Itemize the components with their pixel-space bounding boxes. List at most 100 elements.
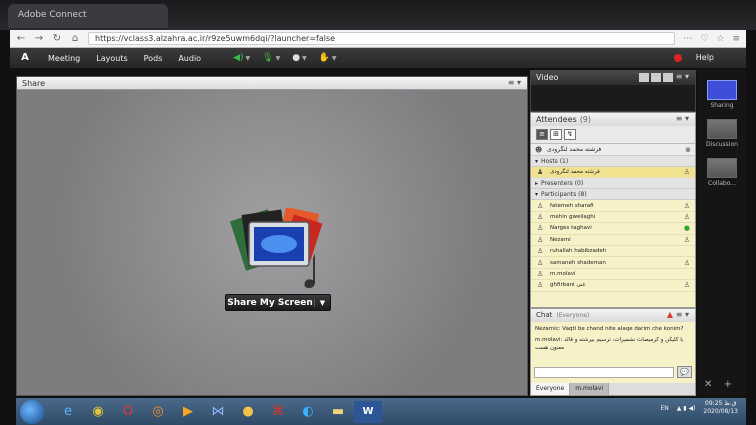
star-icon[interactable]: ☆ [716, 34, 724, 44]
participant-row[interactable]: ♙ samaneh shademan ♙ [531, 257, 695, 269]
mic-icon: ♙ [683, 212, 690, 221]
host-row[interactable]: ♟ فرشته محمد لنگرودی ♙ [531, 167, 695, 179]
tray-icons[interactable]: ▲ ▮ ◀) [677, 405, 696, 412]
layout-label: Discussion [706, 141, 738, 148]
layout-thumbnail [707, 119, 737, 139]
shield-icon[interactable]: ♡ [700, 34, 708, 44]
clear-status-icon[interactable]: ⊗ [685, 146, 691, 154]
user-icon: ♙ [537, 235, 544, 244]
menu-icon[interactable]: ≡ [732, 34, 740, 44]
word-icon[interactable]: W [354, 400, 382, 423]
layout-discussion[interactable]: Discussion [702, 119, 742, 148]
chevron-right-icon: ▸ [535, 179, 539, 187]
layout-sharing[interactable]: Sharing [702, 80, 742, 109]
share-documents-icon [229, 208, 323, 288]
participant-row[interactable]: ♙ m.molavi [531, 269, 695, 281]
participant-name: ghfirbani غنی [550, 282, 586, 289]
chevron-down-icon: ▾ [535, 157, 539, 165]
send-message-icon[interactable]: 💬 [677, 366, 692, 378]
pod-options-icon[interactable]: ≡ ▾ [508, 78, 521, 87]
share-area: Share My Screen ▼ [17, 90, 527, 395]
home-icon[interactable]: ⌂ [70, 33, 80, 44]
participant-row[interactable]: ♙ ghfirbani غنی ♙ [531, 280, 695, 292]
mic-icon: ♙ [683, 235, 690, 244]
clock-date: 2020/08/13 [703, 408, 738, 415]
chat-tab-private[interactable]: m.molavi [570, 383, 610, 395]
help-menu[interactable]: Help [696, 53, 714, 62]
chat-scope: (Everyone) [556, 312, 590, 319]
participant-row[interactable]: ♙ Nezami ♙ [531, 235, 695, 246]
media-player-icon[interactable]: ▶ [174, 401, 202, 423]
language-indicator[interactable]: EN [660, 405, 668, 412]
user-icon: ♙ [537, 247, 544, 256]
video-pod-title: Video [536, 73, 559, 82]
user-icon: ♙ [537, 201, 544, 210]
right-column: Video ≡ ▾ Attendees (9) ≡ ▾ ≡ ⊞ ↯ ☻ فرشته… [530, 70, 696, 396]
chat-tab-everyone[interactable]: Everyone [531, 383, 571, 395]
my-status-row[interactable]: ☻ فرشته محمد لنگرودی ⊗ [531, 144, 695, 156]
menu-pods[interactable]: Pods [136, 54, 171, 63]
chevron-down-icon[interactable]: ▼ [276, 55, 281, 62]
edge-icon[interactable]: ◐ [294, 401, 322, 423]
status-view-icon[interactable]: ↯ [564, 129, 576, 140]
breakout-icon[interactable]: ⊞ [550, 129, 562, 140]
pdf-reader-icon[interactable]: ⌘ [264, 401, 292, 423]
pod-options-icon[interactable]: ≡ ▾ [676, 310, 689, 319]
reload-icon[interactable]: ↻ [52, 33, 62, 44]
user-status-icon[interactable]: ☻ [535, 146, 544, 154]
opera-icon[interactable]: O [114, 401, 142, 423]
video-view-controls[interactable] [639, 73, 673, 82]
participant-name: fatemeh sharafi [550, 202, 594, 209]
layout-label: Collabo... [708, 180, 736, 187]
menu-meeting[interactable]: Meeting [40, 54, 88, 63]
chrome-icon[interactable]: ◉ [84, 401, 112, 423]
browser-tab[interactable]: Adobe Connect [8, 4, 168, 28]
share-my-screen-button[interactable]: Share My Screen ▼ [225, 294, 331, 311]
presenters-group[interactable]: ▸ Presenters (0) [531, 178, 695, 190]
browser-tab-strip: Adobe Connect [0, 0, 756, 30]
hosts-group[interactable]: ▾ Hosts (1) [531, 156, 695, 167]
chevron-down-icon[interactable]: ▼ [332, 55, 337, 62]
chevron-down-icon[interactable]: ▼ [246, 55, 251, 62]
chat-title: Chat [536, 311, 553, 319]
firefox-icon[interactable]: ◎ [144, 401, 172, 423]
share-pod: Share ≡ ▾ Share My Screen ▼ [16, 76, 528, 396]
forward-arrow-icon[interactable]: → [34, 33, 44, 44]
mic-icon: ♙ [683, 258, 690, 267]
more-icon[interactable]: ⋯ [683, 34, 692, 44]
participant-row[interactable]: ♙ Narges taghavi ● [531, 223, 695, 235]
menu-audio[interactable]: Audio [170, 54, 209, 63]
chat-message: m.molavi: با کلیکن و کرمیصات نشمیرات، تر… [535, 337, 684, 351]
collapse-icon[interactable]: ✕ [704, 379, 712, 390]
participant-row[interactable]: ♙ ruhallah habibzadeh [531, 246, 695, 258]
app-icon[interactable]: ● [234, 401, 262, 423]
participants-group[interactable]: ▾ Participants (8) [531, 189, 695, 201]
pod-options-icon[interactable]: ≡ ▾ [676, 114, 689, 123]
url-input[interactable]: https://vclass3.alzahra.ac.ir/r9ze5uwm6d… [88, 32, 676, 45]
warning-icon: ▲ [666, 310, 673, 319]
menu-layouts[interactable]: Layouts [88, 54, 135, 63]
ie-icon[interactable]: e [54, 401, 82, 423]
attendees-pod: Attendees (9) ≡ ▾ ≡ ⊞ ↯ ☻ فرشته محمد لنگر… [530, 112, 696, 308]
participant-name: Narges taghavi [550, 225, 592, 232]
back-arrow-icon[interactable]: ← [16, 33, 26, 44]
pod-options-icon[interactable]: ≡ ▾ [676, 72, 689, 81]
visual-studio-icon[interactable]: ⋈ [204, 401, 232, 423]
clock[interactable]: 09:25 ق.ظ 2020/08/13 [703, 400, 738, 416]
chevron-down-icon: ▾ [535, 190, 539, 198]
chevron-down-icon[interactable]: ▼ [314, 298, 330, 307]
chat-input[interactable] [534, 367, 674, 378]
hosts-label: Hosts (1) [541, 157, 569, 165]
attendees-toolbar: ≡ ⊞ ↯ [531, 126, 695, 144]
start-button[interactable] [20, 399, 44, 424]
video-pod: Video ≡ ▾ [530, 70, 696, 112]
participant-row[interactable]: ♙ mehin gweilaghi ♙ [531, 212, 695, 224]
participant-row[interactable]: ♙ fatemeh sharafi ♙ [531, 200, 695, 212]
list-view-icon[interactable]: ≡ [536, 129, 548, 140]
folder-icon[interactable]: ▬ [324, 401, 352, 423]
chat-pod-header: Chat (Everyone) ▲ ≡ ▾ [531, 309, 695, 322]
participant-name: ruhallah habibzadeh [550, 248, 607, 255]
add-layout-icon[interactable]: + [724, 379, 732, 390]
layout-collaboration[interactable]: Collabo... [702, 158, 742, 187]
chevron-down-icon[interactable]: ▼ [302, 55, 307, 62]
